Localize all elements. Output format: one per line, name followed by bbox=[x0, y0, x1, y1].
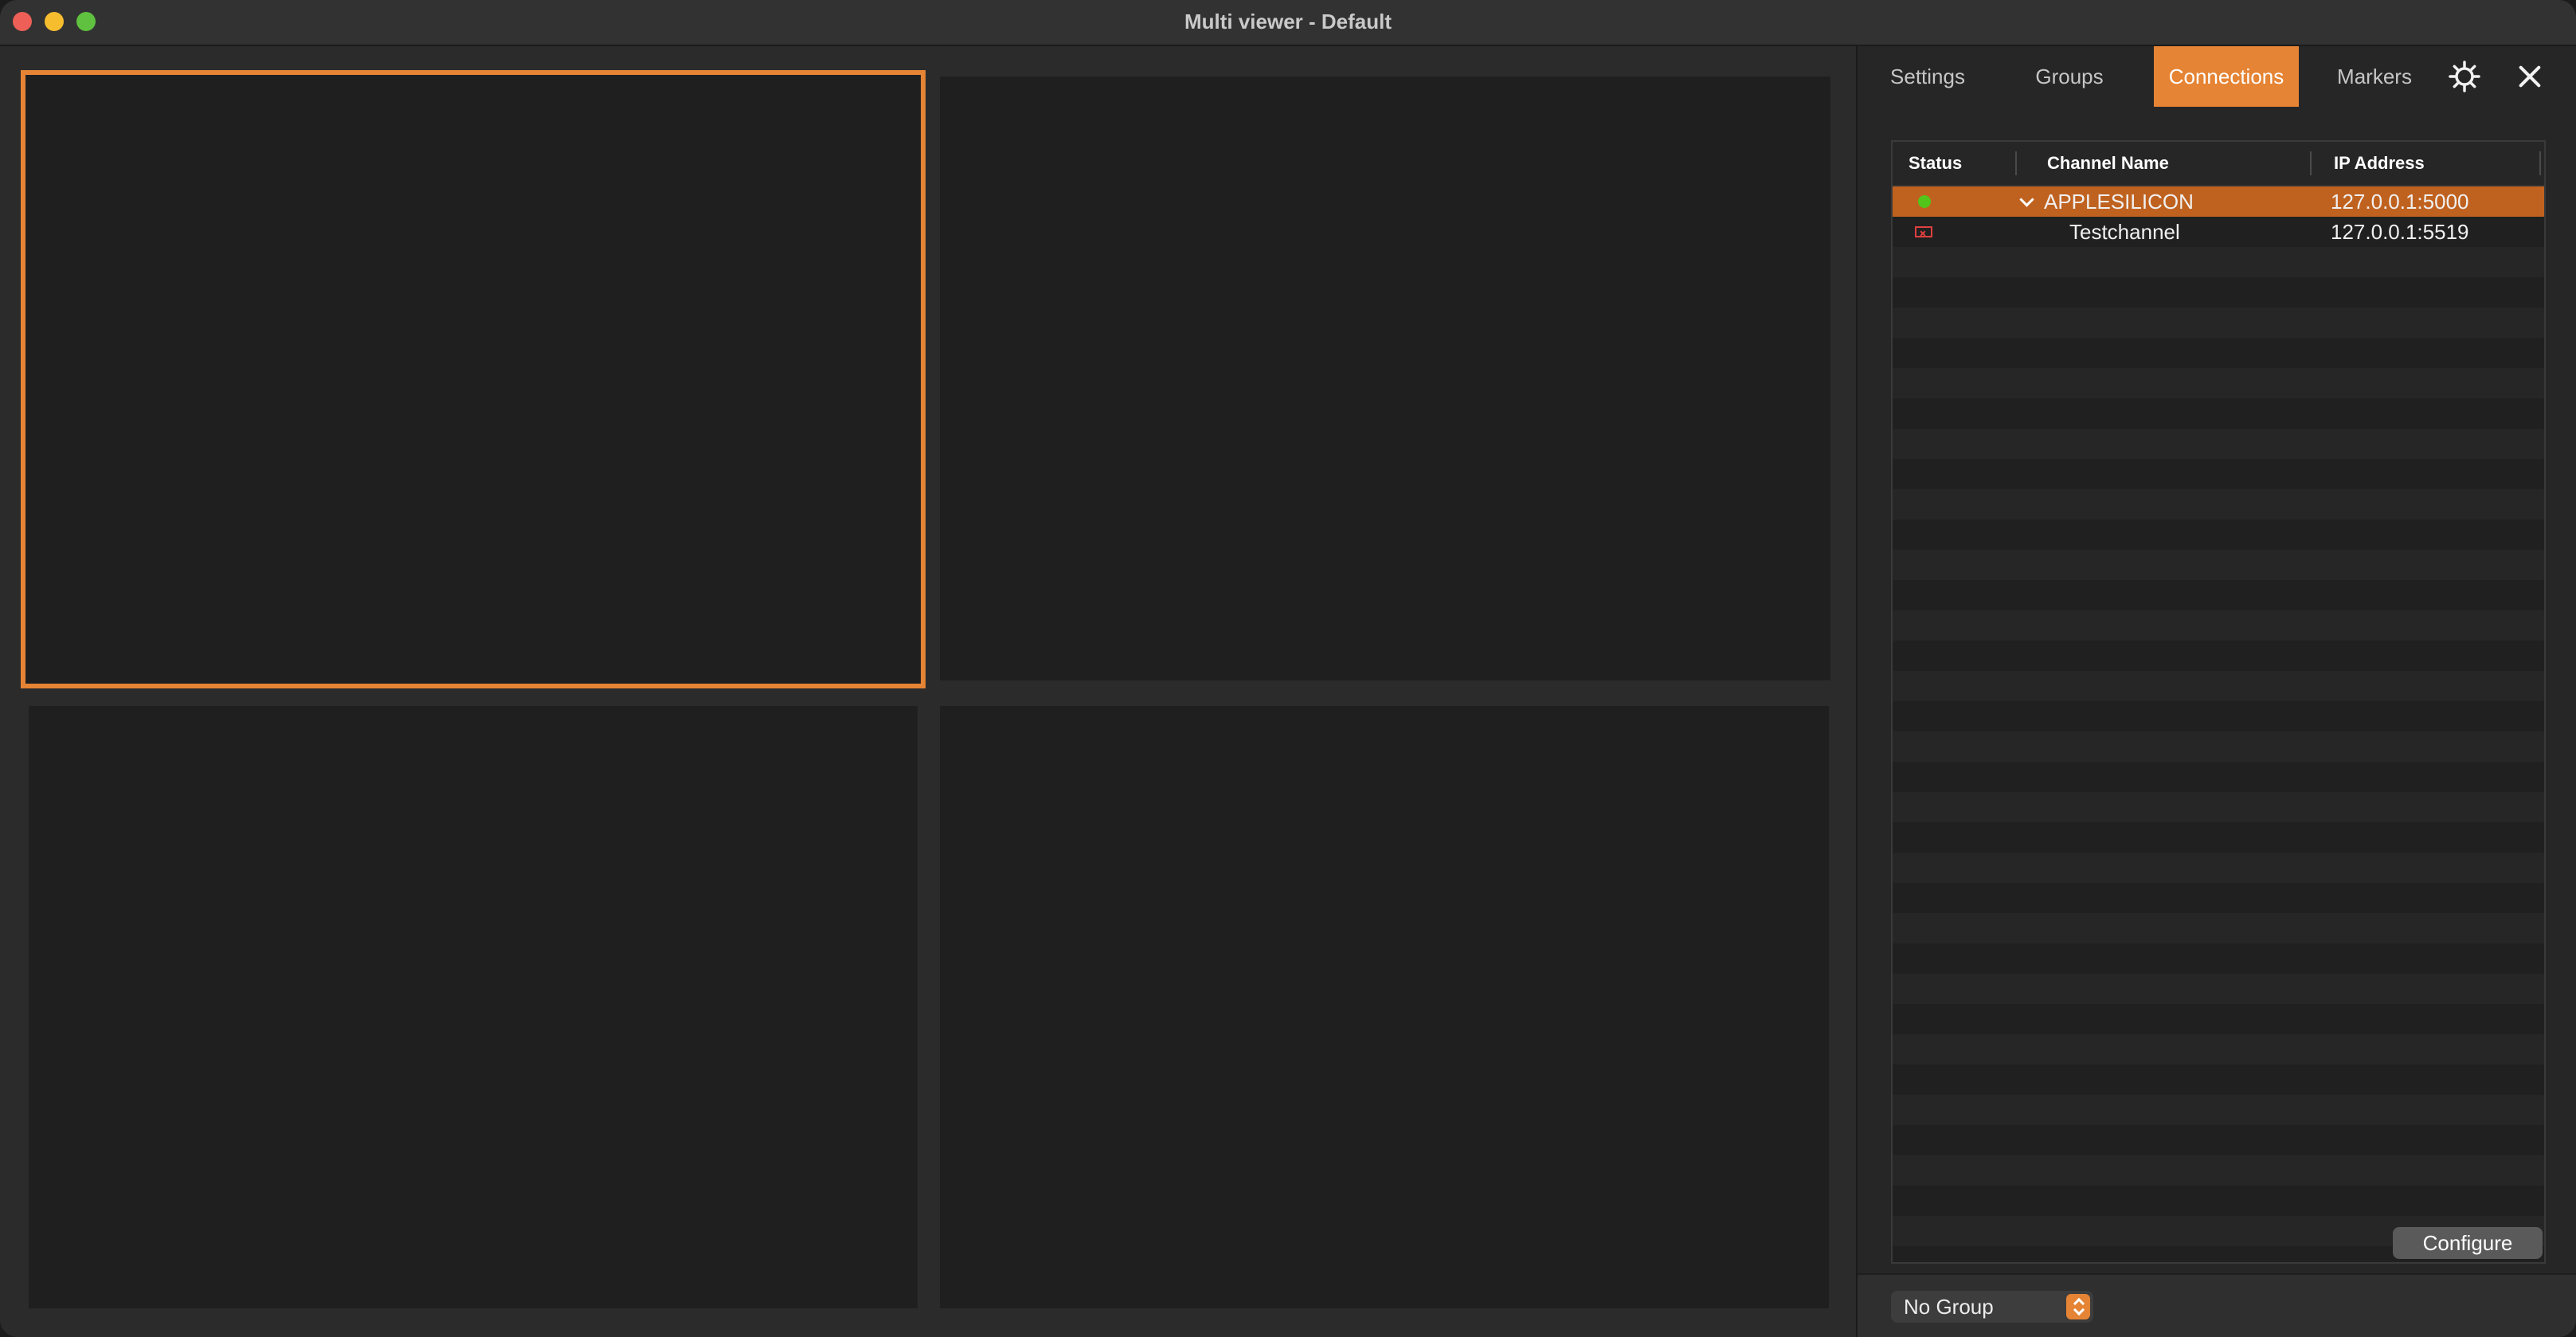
table-row-empty bbox=[1893, 853, 2544, 883]
column-divider[interactable] bbox=[2539, 151, 2541, 175]
table-row-empty bbox=[1893, 580, 2544, 610]
chevron-down-icon[interactable] bbox=[2019, 192, 2034, 207]
table-row-empty bbox=[1893, 247, 2544, 277]
channel-name-cell: APPLESILICON bbox=[2044, 190, 2194, 214]
viewer-tile-3[interactable] bbox=[29, 706, 918, 1308]
table-row-empty bbox=[1893, 277, 2544, 308]
ip-address-cell: 127.0.0.1:5000 bbox=[2331, 190, 2469, 214]
viewer-tile-4[interactable] bbox=[940, 706, 1829, 1308]
table-row-empty bbox=[1893, 429, 2544, 459]
table-row-empty bbox=[1893, 822, 2544, 853]
tab-bar: Settings Groups Connections Markers bbox=[1858, 46, 2576, 107]
table-row-empty bbox=[1893, 883, 2544, 913]
tab-groups[interactable]: Groups bbox=[2022, 46, 2117, 107]
table-row-empty bbox=[1893, 1095, 2544, 1125]
close-icon[interactable] bbox=[2512, 59, 2547, 94]
group-select-value: No Group bbox=[1904, 1295, 1994, 1319]
table-row-empty bbox=[1893, 308, 2544, 338]
table-row-empty bbox=[1893, 1004, 2544, 1034]
configure-button[interactable]: Configure bbox=[2393, 1227, 2543, 1259]
select-arrows-icon[interactable] bbox=[2066, 1294, 2090, 1319]
table-row-empty bbox=[1893, 641, 2544, 671]
table-row-empty bbox=[1893, 550, 2544, 580]
title-bar: Multi viewer - Default bbox=[0, 0, 2576, 46]
table-row-empty bbox=[1893, 610, 2544, 641]
side-panel: Settings Groups Connections Markers Stat… bbox=[1856, 46, 2576, 1337]
window-title: Multi viewer - Default bbox=[1184, 10, 1392, 33]
bottom-bar: No Group bbox=[1858, 1273, 2576, 1337]
app-window: Multi viewer - Default Settings Groups C… bbox=[0, 0, 2576, 1337]
table-row-empty bbox=[1893, 459, 2544, 489]
table-row-empty bbox=[1893, 1125, 2544, 1155]
status-error-icon bbox=[1915, 226, 1932, 237]
table-row-empty bbox=[1893, 792, 2544, 822]
table-row-empty bbox=[1893, 1186, 2544, 1216]
table-row-empty bbox=[1893, 520, 2544, 550]
table-row-empty bbox=[1893, 489, 2544, 520]
status-connected-icon bbox=[1918, 195, 1931, 208]
table-row-empty bbox=[1893, 368, 2544, 398]
table-row-empty bbox=[1893, 701, 2544, 731]
table-row-empty bbox=[1893, 913, 2544, 943]
tab-markers[interactable]: Markers bbox=[2323, 46, 2426, 107]
table-row-empty bbox=[1893, 943, 2544, 974]
tab-connections[interactable]: Connections bbox=[2154, 46, 2299, 107]
table-row-empty bbox=[1893, 398, 2544, 429]
table-row-empty bbox=[1893, 338, 2544, 368]
column-divider[interactable] bbox=[2015, 151, 2017, 175]
gear-icon[interactable] bbox=[2447, 59, 2482, 94]
column-header-status[interactable]: Status bbox=[1909, 142, 1962, 185]
viewer-tile-1[interactable] bbox=[21, 70, 926, 688]
table-row-empty bbox=[1893, 671, 2544, 701]
table-row-empty bbox=[1893, 1065, 2544, 1095]
table-row[interactable]: APPLESILICON 127.0.0.1:5000 bbox=[1893, 186, 2544, 217]
column-divider[interactable] bbox=[2310, 151, 2312, 175]
connections-table: Status Channel Name IP Address APPLESILI… bbox=[1891, 140, 2546, 1264]
table-row[interactable]: Testchannel 127.0.0.1:5519 bbox=[1893, 217, 2544, 247]
column-header-ip-address[interactable]: IP Address bbox=[2334, 142, 2425, 185]
group-select[interactable]: No Group bbox=[1891, 1291, 2093, 1323]
table-row-empty bbox=[1893, 731, 2544, 762]
table-row-empty bbox=[1893, 1155, 2544, 1186]
viewer-tile-2[interactable] bbox=[940, 76, 1830, 680]
table-row-empty bbox=[1893, 1034, 2544, 1065]
channel-name-cell: Testchannel bbox=[2069, 220, 2180, 244]
table-header: Status Channel Name IP Address bbox=[1893, 142, 2544, 186]
multi-viewer-grid bbox=[0, 46, 1856, 1337]
ip-address-cell: 127.0.0.1:5519 bbox=[2331, 220, 2469, 244]
column-header-channel-name[interactable]: Channel Name bbox=[2047, 142, 2169, 185]
table-row-empty bbox=[1893, 762, 2544, 792]
table-row-empty bbox=[1893, 974, 2544, 1004]
tab-settings[interactable]: Settings bbox=[1880, 46, 1975, 107]
